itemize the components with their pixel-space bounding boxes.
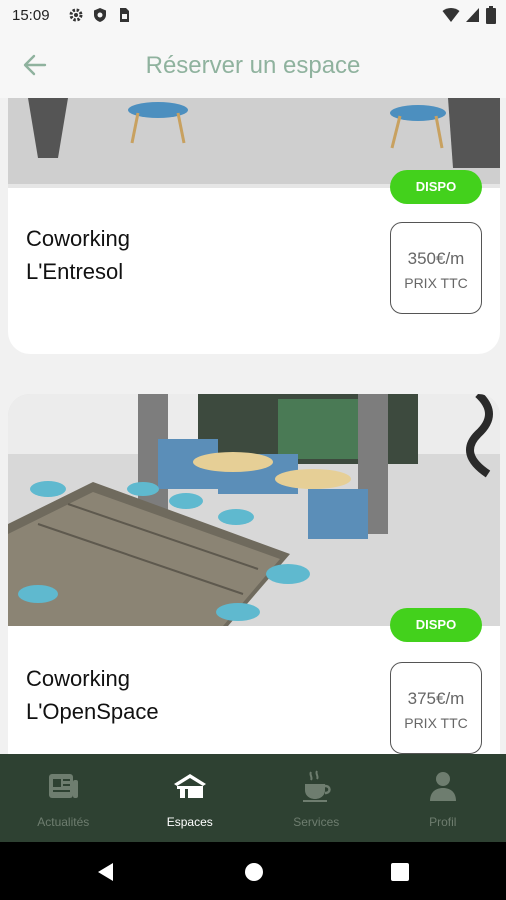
availability-badge: DISPO xyxy=(390,170,482,204)
price-amount: 350€/m xyxy=(407,249,465,268)
status-time: 15:09 xyxy=(12,7,50,24)
space-name-line1: Coworking xyxy=(26,666,130,691)
nav-item-profil[interactable]: Profil xyxy=(380,754,506,842)
app-bar: Réserver un espace xyxy=(0,32,506,98)
settings-icon xyxy=(68,7,84,23)
nav-label: Actualités xyxy=(37,815,90,829)
nav-label: Espaces xyxy=(166,815,213,829)
price-note: PRIX TTC xyxy=(404,275,468,291)
status-bar: 15:09 xyxy=(0,0,506,32)
price-amount: 375€/m xyxy=(407,689,465,708)
sim-card-icon xyxy=(116,7,132,23)
recents-square-icon[interactable] xyxy=(389,861,411,883)
availability-badge: DISPO xyxy=(390,608,482,642)
home-circle-icon[interactable] xyxy=(243,861,265,883)
space-card[interactable]: DISPO Coworking L'OpenSpace 375€/m PRIX … xyxy=(8,394,500,754)
spaces-list[interactable]: DISPO Coworking L'Entresol 350€/m PRIX T… xyxy=(0,98,506,754)
back-triangle-icon[interactable] xyxy=(95,861,117,883)
bottom-navigation: Actualités Espaces Services Profil xyxy=(0,754,506,842)
coffee-cup-icon xyxy=(298,768,334,804)
nav-label: Profil xyxy=(429,815,457,829)
space-name: Coworking L'OpenSpace xyxy=(26,662,159,728)
nav-label: Services xyxy=(293,815,340,829)
nav-item-services[interactable]: Services xyxy=(253,754,380,842)
space-name-line2: L'OpenSpace xyxy=(26,699,159,724)
building-icon xyxy=(172,768,208,804)
space-name-line1: Coworking xyxy=(26,226,130,251)
battery-icon xyxy=(486,6,496,28)
price-box: 350€/m PRIX TTC xyxy=(390,222,482,314)
space-card[interactable]: DISPO Coworking L'Entresol 350€/m PRIX T… xyxy=(8,98,500,354)
newspaper-icon xyxy=(45,768,81,804)
nav-item-espaces[interactable]: Espaces xyxy=(127,754,254,842)
nav-item-actualites[interactable]: Actualités xyxy=(0,754,127,842)
space-name: Coworking L'Entresol xyxy=(26,222,130,288)
system-navigation-bar xyxy=(0,842,506,900)
wifi-icon xyxy=(442,7,460,27)
signal-icon xyxy=(466,7,480,27)
space-photo xyxy=(8,394,500,626)
shield-icon xyxy=(92,7,108,23)
person-icon xyxy=(425,768,461,804)
price-box: 375€/m PRIX TTC xyxy=(390,662,482,754)
price-note: PRIX TTC xyxy=(404,715,468,731)
space-name-line2: L'Entresol xyxy=(26,259,124,284)
page-title: Réserver un espace xyxy=(145,52,361,79)
